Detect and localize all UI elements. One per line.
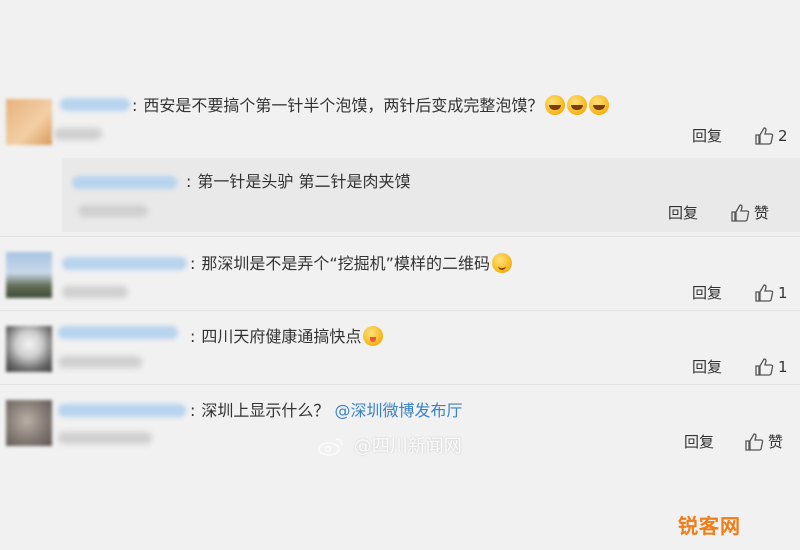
mention-link[interactable]: @深圳微博发布厅 (335, 401, 463, 420)
thumbs-up-icon (731, 204, 750, 222)
yum-emoji-icon (363, 326, 384, 346)
laugh-emoji-icon (545, 95, 566, 115)
like-button[interactable]: 1 (754, 357, 788, 377)
laugh-emoji-icon (567, 95, 588, 115)
like-count: 1 (778, 358, 788, 376)
comment-text: : 那深圳是不是弄个“挖掘机”模样的二维码 (190, 253, 512, 274)
thumbs-up-icon (755, 284, 774, 302)
thumbs-up-icon (755, 358, 774, 376)
username[interactable] (62, 257, 187, 270)
like-label: 赞 (754, 204, 770, 222)
avatar[interactable] (6, 252, 52, 298)
reply-button[interactable]: 回复 (668, 203, 698, 223)
username[interactable] (58, 404, 186, 417)
like-button[interactable]: 赞 (744, 432, 783, 452)
username[interactable] (58, 326, 178, 339)
reply-text: : 第一针是头驴 第二针是肉夹馍 (186, 172, 411, 191)
like-button[interactable]: 赞 (730, 203, 769, 223)
like-count: 2 (778, 127, 788, 145)
avatar[interactable] (6, 400, 52, 446)
reply-time (78, 205, 148, 217)
like-button[interactable]: 1 (754, 283, 788, 303)
like-count: 1 (778, 284, 788, 302)
reply-button[interactable]: 回复 (692, 126, 722, 146)
username[interactable] (60, 98, 130, 111)
comment-text: : 深圳上显示什么？ @深圳微博发布厅 (190, 401, 463, 420)
reply-button[interactable]: 回复 (692, 357, 722, 377)
thumbs-up-icon (745, 433, 764, 451)
like-button[interactable]: 2 (754, 126, 788, 146)
avatar[interactable] (6, 99, 52, 145)
comment-text: : 西安是不要搞个第一针半个泡馍，两针后变成完整泡馍？ (132, 95, 610, 116)
divider (0, 384, 800, 385)
avatar[interactable] (6, 326, 52, 372)
comment-text: : 四川天府健康通搞快点 (190, 326, 384, 347)
comment-time (58, 432, 152, 444)
site-logo: 锐客网 (678, 514, 741, 538)
reply-button[interactable]: 回复 (692, 283, 722, 303)
divider (0, 236, 800, 237)
comment-time (62, 286, 128, 298)
reply-button[interactable]: 回复 (684, 432, 714, 452)
like-label: 赞 (768, 433, 784, 451)
weibo-logo-icon (318, 438, 343, 456)
divider (0, 310, 800, 311)
watermark: @四川新闻网 (318, 432, 462, 458)
thumbs-up-icon (755, 127, 774, 145)
reply-username[interactable] (72, 176, 177, 189)
comment-time (54, 128, 102, 140)
watermark-text: @四川新闻网 (353, 436, 462, 457)
smile-emoji-icon (491, 253, 512, 273)
laugh-emoji-icon (589, 95, 610, 115)
comment-time (58, 356, 142, 368)
